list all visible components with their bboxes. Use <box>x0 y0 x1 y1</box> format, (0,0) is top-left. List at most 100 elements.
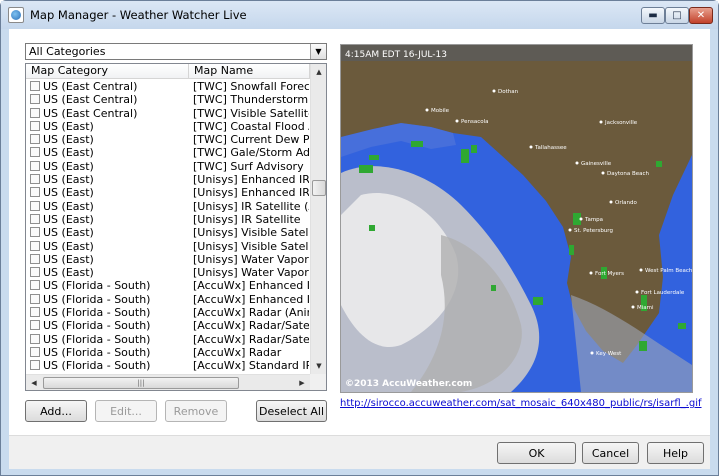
map-image: Dothan Mobile Tallahassee Pensacola Jacksonv… <box>341 45 692 392</box>
scroll-down-icon[interactable]: ▼ <box>311 358 326 374</box>
list-header: Map Category Map Name <box>26 64 310 79</box>
checkbox[interactable] <box>30 293 40 304</box>
vertical-scroll-thumb[interactable] <box>312 180 326 196</box>
add-button[interactable]: Add... <box>25 400 87 422</box>
map-name-cell: [Unisys] IR Satellite (Anim <box>193 199 309 213</box>
city-label: Tampa <box>584 217 603 223</box>
remove-button[interactable]: Remove <box>165 400 227 422</box>
checkbox[interactable] <box>30 120 40 131</box>
city-label: Dothan <box>498 89 519 95</box>
checkbox[interactable] <box>30 160 40 171</box>
map-category-cell: US (East) <box>43 173 94 187</box>
city-label: Orlando <box>615 200 637 206</box>
checkbox[interactable] <box>30 107 40 118</box>
column-header-map-category[interactable]: Map Category <box>26 64 189 79</box>
scroll-left-icon[interactable]: ◀ <box>26 375 42 390</box>
dialog-content: All Categories ▼ Map Category Map Name U… <box>9 29 710 435</box>
map-source-link[interactable]: http://sirocco.accuweather.com/sat_mosai… <box>340 398 702 409</box>
checkbox[interactable] <box>30 213 40 224</box>
maximize-icon: □ <box>672 10 682 21</box>
list-item[interactable]: US (Florida - South) [AccuWx] Radar/Satel… <box>26 319 310 332</box>
checkbox[interactable] <box>30 227 40 238</box>
map-category-cell: US (Florida - South) <box>43 279 151 293</box>
list-item[interactable]: US (East) [Unisys] IR Satellite (Anim <box>26 200 310 213</box>
list-item[interactable]: US (East) [Unisys] Enhanced IR Sate <box>26 173 310 186</box>
map-name-cell: [TWC] Gale/Storm Adviso <box>193 146 309 160</box>
list-item[interactable]: US (Florida - South) [AccuWx] Radar <box>26 346 310 359</box>
help-button[interactable]: Help <box>647 442 704 464</box>
title-bar[interactable]: Map Manager - Weather Watcher Live ▬ □ ✕ <box>1 1 718 29</box>
list-item[interactable]: US (East) [Unisys] IR Satellite <box>26 213 310 226</box>
checkbox[interactable] <box>30 147 40 158</box>
city-label: St. Petersburg <box>574 228 613 234</box>
checkbox[interactable] <box>30 333 40 344</box>
checkbox[interactable] <box>30 240 40 251</box>
map-category-cell: US (East) <box>43 266 94 280</box>
map-category-cell: US (Florida - South) <box>43 359 151 373</box>
list-item[interactable]: US (East) [Unisys] Visible Satellite <box>26 240 310 253</box>
map-category-cell: US (East) <box>43 226 94 240</box>
list-item[interactable]: US (East Central) [TWC] Snowfall Forecast <box>26 80 310 93</box>
map-name-cell: [AccuWx] Enhanced IR Sat <box>193 292 309 306</box>
chevron-down-icon[interactable]: ▼ <box>310 44 326 59</box>
list-item[interactable]: US (Florida - South) [AccuWx] Radar (Anim… <box>26 306 310 319</box>
checkbox[interactable] <box>30 346 40 357</box>
list-item[interactable]: US (East) [Unisys] Water Vapor Sate <box>26 253 310 266</box>
checkbox[interactable] <box>30 307 40 318</box>
checkbox[interactable] <box>30 174 40 185</box>
column-header-map-name[interactable]: Map Name <box>189 64 310 79</box>
map-credit: ©2013 AccuWeather.com <box>345 379 472 389</box>
checkbox[interactable] <box>30 320 40 331</box>
map-name-cell: [Unisys] Enhanced IR Sate <box>193 173 309 187</box>
minimize-button[interactable]: ▬ <box>641 7 665 24</box>
list-item[interactable]: US (East) [TWC] Surf Advisory <box>26 160 310 173</box>
cancel-button[interactable]: Cancel <box>582 442 639 464</box>
map-name-cell: [TWC] Snowfall Forecast <box>193 80 309 93</box>
list-item[interactable]: US (Florida - South) [AccuWx] Enhanced IR… <box>26 293 310 306</box>
checkbox[interactable] <box>30 81 40 91</box>
category-dropdown[interactable]: All Categories ▼ <box>25 43 327 60</box>
checkbox[interactable] <box>30 267 40 278</box>
horizontal-scroll-thumb[interactable]: ||| <box>43 377 239 389</box>
horizontal-scrollbar[interactable]: ◀ ||| ▶ <box>26 374 310 390</box>
checkbox[interactable] <box>30 200 40 211</box>
edit-button[interactable]: Edit... <box>95 400 157 422</box>
checkbox[interactable] <box>30 134 40 145</box>
checkbox[interactable] <box>30 280 40 291</box>
scroll-right-icon[interactable]: ▶ <box>294 375 310 390</box>
map-manager-window: Map Manager - Weather Watcher Live ▬ □ ✕… <box>0 0 719 476</box>
list-item[interactable]: US (Florida - South) [AccuWx] Radar/Satel… <box>26 333 310 346</box>
map-category-cell: US (East) <box>43 239 94 253</box>
checkbox[interactable] <box>30 253 40 264</box>
scroll-up-icon[interactable]: ▲ <box>311 64 326 80</box>
list-item[interactable]: US (East Central) [TWC] Thunderstorm Fore <box>26 93 310 106</box>
list-item[interactable]: US (East Central) [TWC] Visible Satellite <box>26 107 310 120</box>
category-dropdown-value: All Categories <box>29 45 106 58</box>
ok-button[interactable]: OK <box>497 442 576 464</box>
list-item[interactable]: US (East) [TWC] Coastal Flood Advis <box>26 120 310 133</box>
close-button[interactable]: ✕ <box>689 7 713 24</box>
list-item[interactable]: US (East) [Unisys] Visible Satellite (A <box>26 226 310 239</box>
map-category-cell: US (East) <box>43 252 94 266</box>
checkbox[interactable] <box>30 94 40 105</box>
map-name-cell: [TWC] Visible Satellite <box>193 106 309 120</box>
list-item[interactable]: US (East) [TWC] Current Dew Points <box>26 133 310 146</box>
city-label: Mobile <box>431 108 450 114</box>
vertical-scrollbar[interactable]: ▲ ▼ <box>310 64 326 374</box>
close-icon: ✕ <box>696 10 706 21</box>
city-label: Miami <box>637 305 654 311</box>
deselect-all-button[interactable]: Deselect All <box>256 400 327 422</box>
maximize-button[interactable]: □ <box>665 7 689 24</box>
map-category-cell: US (East) <box>43 133 94 147</box>
list-item[interactable]: US (Florida - South) [AccuWx] Standard IR… <box>26 359 310 372</box>
list-item[interactable]: US (East) [Unisys] Water Vapor Sate <box>26 266 310 279</box>
checkbox[interactable] <box>30 360 40 371</box>
checkbox[interactable] <box>30 187 40 198</box>
list-item[interactable]: US (Florida - South) [AccuWx] Enhanced IR… <box>26 279 310 292</box>
city-label: Tallahassee <box>534 145 567 151</box>
dialog-footer: OK Cancel Help <box>9 435 710 469</box>
map-name-cell: [TWC] Current Dew Points <box>193 133 309 147</box>
map-list[interactable]: Map Category Map Name US (East Central) [… <box>25 63 327 391</box>
list-item[interactable]: US (East) [TWC] Gale/Storm Adviso <box>26 146 310 159</box>
list-item[interactable]: US (East) [Unisys] Enhanced IR Sate <box>26 186 310 199</box>
